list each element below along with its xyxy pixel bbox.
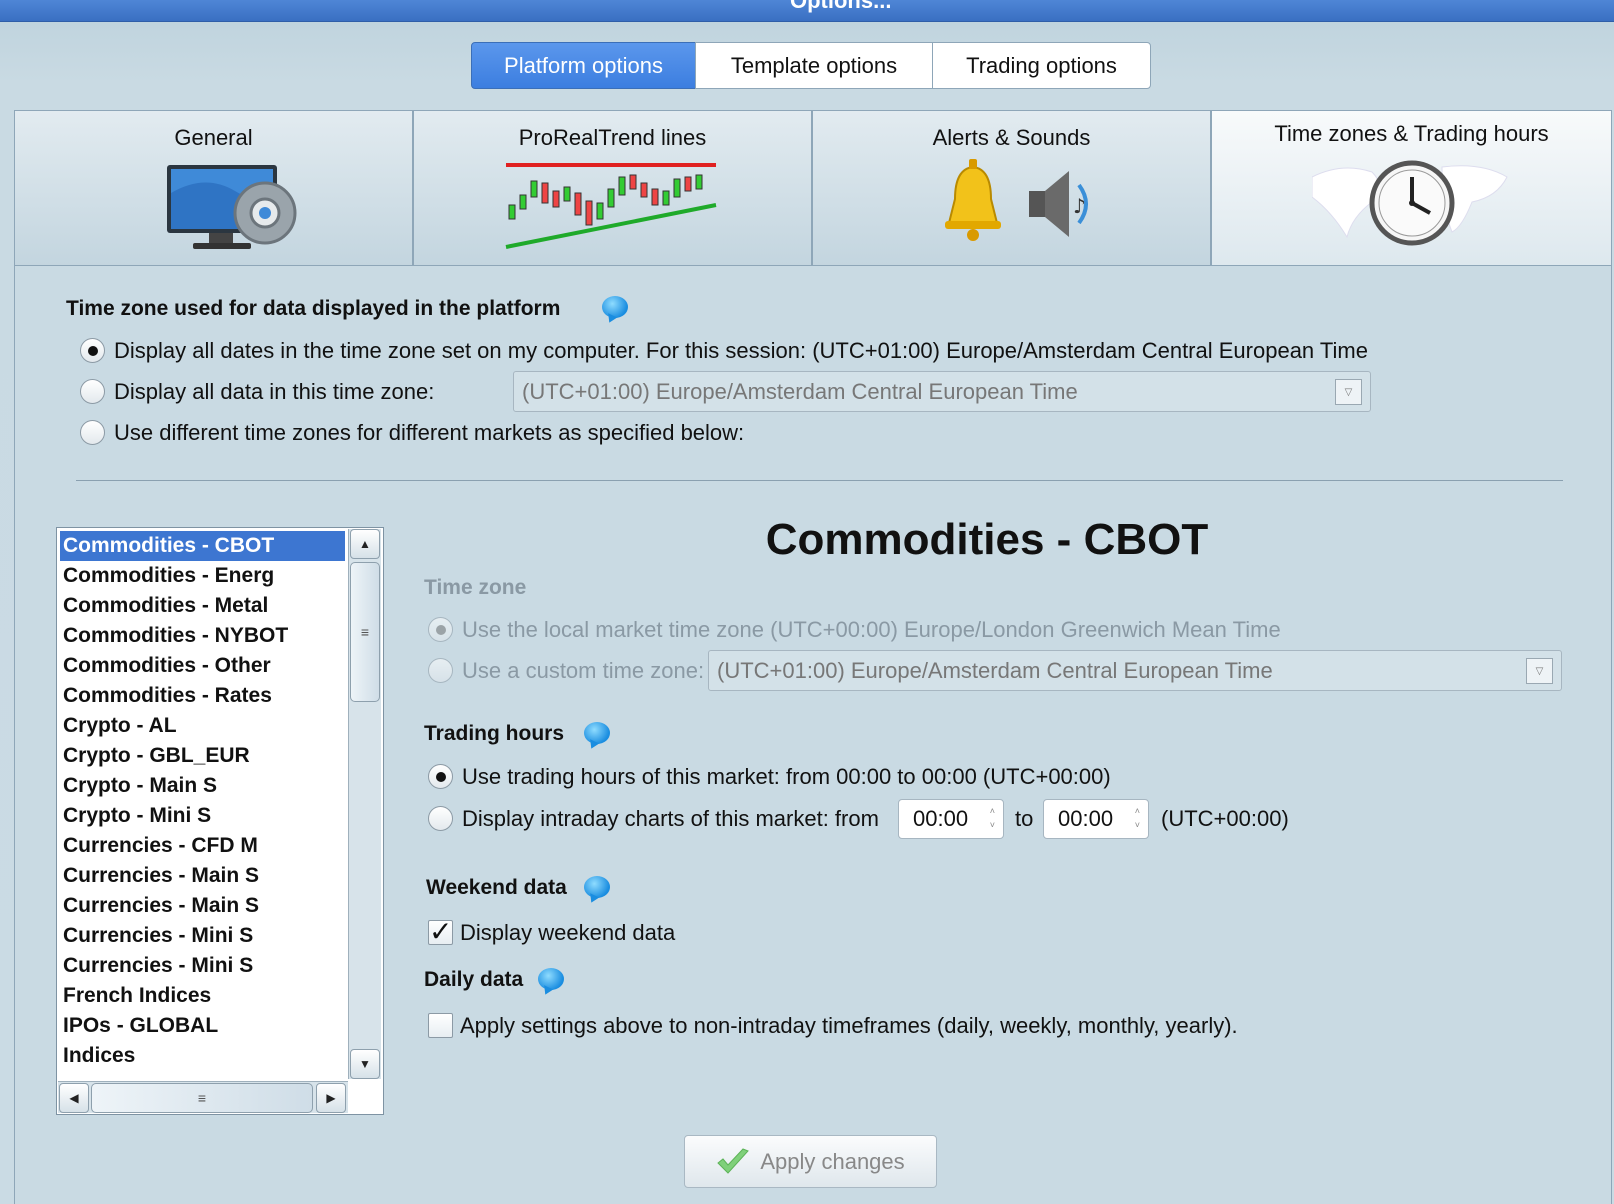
info-bubble-icon[interactable] xyxy=(538,968,564,990)
info-bubble-icon[interactable] xyxy=(602,296,628,318)
market-trading-hours-label: Use trading hours of this market: from 0… xyxy=(462,764,1111,789)
scroll-up-icon[interactable]: ▲ xyxy=(350,529,380,559)
title-bar: Options... xyxy=(0,0,1614,22)
radio-custom-tz[interactable] xyxy=(428,658,453,683)
list-horizontal-scrollbar[interactable]: ◀ ≡ ▶ xyxy=(58,1081,348,1113)
trading-hours-heading: Trading hours xyxy=(424,722,565,745)
daily-data-checkbox[interactable] xyxy=(428,1013,453,1038)
tab-time-zones-label: Time zones & Trading hours xyxy=(1274,121,1549,146)
to-time-value: 00:00 xyxy=(1058,806,1114,831)
time-zone-heading: Time zone xyxy=(424,576,527,599)
bell-speaker-icon: ♪ xyxy=(945,159,1088,241)
tab-general-label: General xyxy=(174,125,253,150)
chevron-down-icon[interactable]: ▽ xyxy=(1335,379,1362,405)
world-clock-icon xyxy=(1312,160,1508,246)
radio-local-market-tz[interactable] xyxy=(428,617,453,642)
radio-fixed-timezone[interactable] xyxy=(80,379,105,404)
window-title: Options... xyxy=(790,0,892,13)
list-item[interactable]: Commodities - Other xyxy=(60,651,345,681)
candlestick-trend-icon xyxy=(505,163,717,249)
list-item[interactable]: Commodities - Metal xyxy=(60,591,345,621)
list-item[interactable]: Commodities - NYBOT xyxy=(60,621,345,651)
daily-data-label: Apply settings above to non-intraday tim… xyxy=(460,1013,1238,1038)
radio-custom-intraday-hours[interactable] xyxy=(428,806,453,831)
list-item[interactable]: Currencies - CFD M xyxy=(60,831,345,861)
daily-data-heading: Daily data xyxy=(424,968,524,991)
fixed-timezone-value: (UTC+01:00) Europe/Amsterdam Central Eur… xyxy=(522,378,1078,404)
apply-changes-label: Apply changes xyxy=(760,1148,905,1174)
list-item[interactable]: Currencies - Mini S xyxy=(60,951,345,981)
list-item[interactable]: IPOs - GLOBAL xyxy=(60,1011,345,1041)
timezone-section-heading: Time zone used for data displayed in the… xyxy=(66,297,561,320)
scroll-left-icon[interactable]: ◀ xyxy=(59,1083,89,1113)
info-bubble-icon[interactable] xyxy=(584,722,610,744)
stepper-arrows-icon[interactable]: ˄ ˅ xyxy=(1135,804,1140,832)
list-item[interactable]: Crypto - Main S xyxy=(60,771,345,801)
intraday-tz-label: (UTC+00:00) xyxy=(1161,806,1289,831)
to-label: to xyxy=(1015,806,1034,831)
info-bubble-icon[interactable] xyxy=(584,876,610,898)
list-item[interactable]: Currencies - Mini S xyxy=(60,921,345,951)
weekend-data-label: Display weekend data xyxy=(460,920,676,945)
tab-platform-options[interactable]: Platform options xyxy=(471,42,696,89)
list-item[interactable]: Currencies - Main S xyxy=(60,861,345,891)
divider xyxy=(76,480,1563,481)
list-item[interactable]: Crypto - Mini S xyxy=(60,801,345,831)
list-item[interactable]: Currencies - Main S xyxy=(60,891,345,921)
from-time-stepper[interactable]: 00:00 ˄ ˅ xyxy=(898,799,1004,839)
chevron-down-icon[interactable]: ▽ xyxy=(1526,658,1553,684)
market-title: Commodities - CBOT xyxy=(765,515,1209,564)
tab-general[interactable]: General xyxy=(14,110,413,266)
tab-trading-options[interactable]: Trading options xyxy=(932,42,1151,89)
weekend-data-heading: Weekend data xyxy=(426,876,567,899)
tab-prorealtrend-label: ProRealTrend lines xyxy=(518,125,707,150)
custom-tz-select[interactable]: (UTC+01:00) Europe/Amsterdam Central Eur… xyxy=(708,650,1562,691)
fixed-timezone-select[interactable]: (UTC+01:00) Europe/Amsterdam Central Eur… xyxy=(513,371,1371,412)
from-time-value: 00:00 xyxy=(913,806,969,831)
list-item[interactable]: Commodities - Rates xyxy=(60,681,345,711)
list-item[interactable]: Crypto - AL xyxy=(60,711,345,741)
list-vertical-scrollbar[interactable]: ▲ ≡ ▼ xyxy=(348,529,381,1079)
radio-computer-timezone[interactable] xyxy=(80,338,105,363)
list-item[interactable]: Commodities - CBOT xyxy=(60,531,345,561)
option-per-market-label: Use different time zones for different m… xyxy=(114,420,745,445)
scroll-right-icon[interactable]: ▶ xyxy=(316,1083,346,1113)
custom-tz-label: Use a custom time zone: xyxy=(462,658,705,683)
list-item[interactable]: French Indices xyxy=(60,981,345,1011)
tab-prorealtrend-lines[interactable]: ProRealTrend lines xyxy=(413,110,812,266)
radio-per-market-timezone[interactable] xyxy=(80,420,105,445)
option-computer-timezone-label: Display all dates in the time zone set o… xyxy=(114,338,1368,363)
stepper-arrows-icon[interactable]: ˄ ˅ xyxy=(990,804,995,832)
weekend-data-checkbox[interactable] xyxy=(428,915,453,948)
scroll-down-icon[interactable]: ▼ xyxy=(350,1049,380,1079)
scroll-thumb-vertical[interactable]: ≡ xyxy=(350,562,380,702)
to-time-stepper[interactable]: 00:00 ˄ ˅ xyxy=(1043,799,1149,839)
option-fixed-timezone-label: Display all data in this time zone: xyxy=(114,379,435,404)
checkmark-icon xyxy=(717,1147,750,1174)
monitor-gear-icon xyxy=(167,165,297,249)
list-item[interactable]: Commodities - Energ xyxy=(60,561,345,591)
radio-market-trading-hours[interactable] xyxy=(428,764,453,789)
tab-template-options[interactable]: Template options xyxy=(695,42,933,89)
tab-time-zones[interactable]: Time zones & Trading hours xyxy=(1211,110,1612,266)
custom-tz-value: (UTC+01:00) Europe/Amsterdam Central Eur… xyxy=(717,657,1273,683)
list-item[interactable]: Crypto - GBL_EUR xyxy=(60,741,345,771)
svg-text:♪: ♪ xyxy=(1073,194,1086,218)
tab-alerts-label: Alerts & Sounds xyxy=(932,125,1091,150)
apply-changes-button[interactable]: Apply changes xyxy=(684,1135,937,1188)
list-item[interactable]: Indices xyxy=(60,1041,345,1071)
tab-alerts-sounds[interactable]: Alerts & Sounds ♪ xyxy=(812,110,1211,266)
custom-intraday-hours-label: Display intraday charts of this market: … xyxy=(462,806,879,831)
scroll-thumb-horizontal[interactable]: ≡ xyxy=(91,1083,313,1113)
local-market-tz-label: Use the local market time zone (UTC+00:0… xyxy=(462,617,1281,642)
